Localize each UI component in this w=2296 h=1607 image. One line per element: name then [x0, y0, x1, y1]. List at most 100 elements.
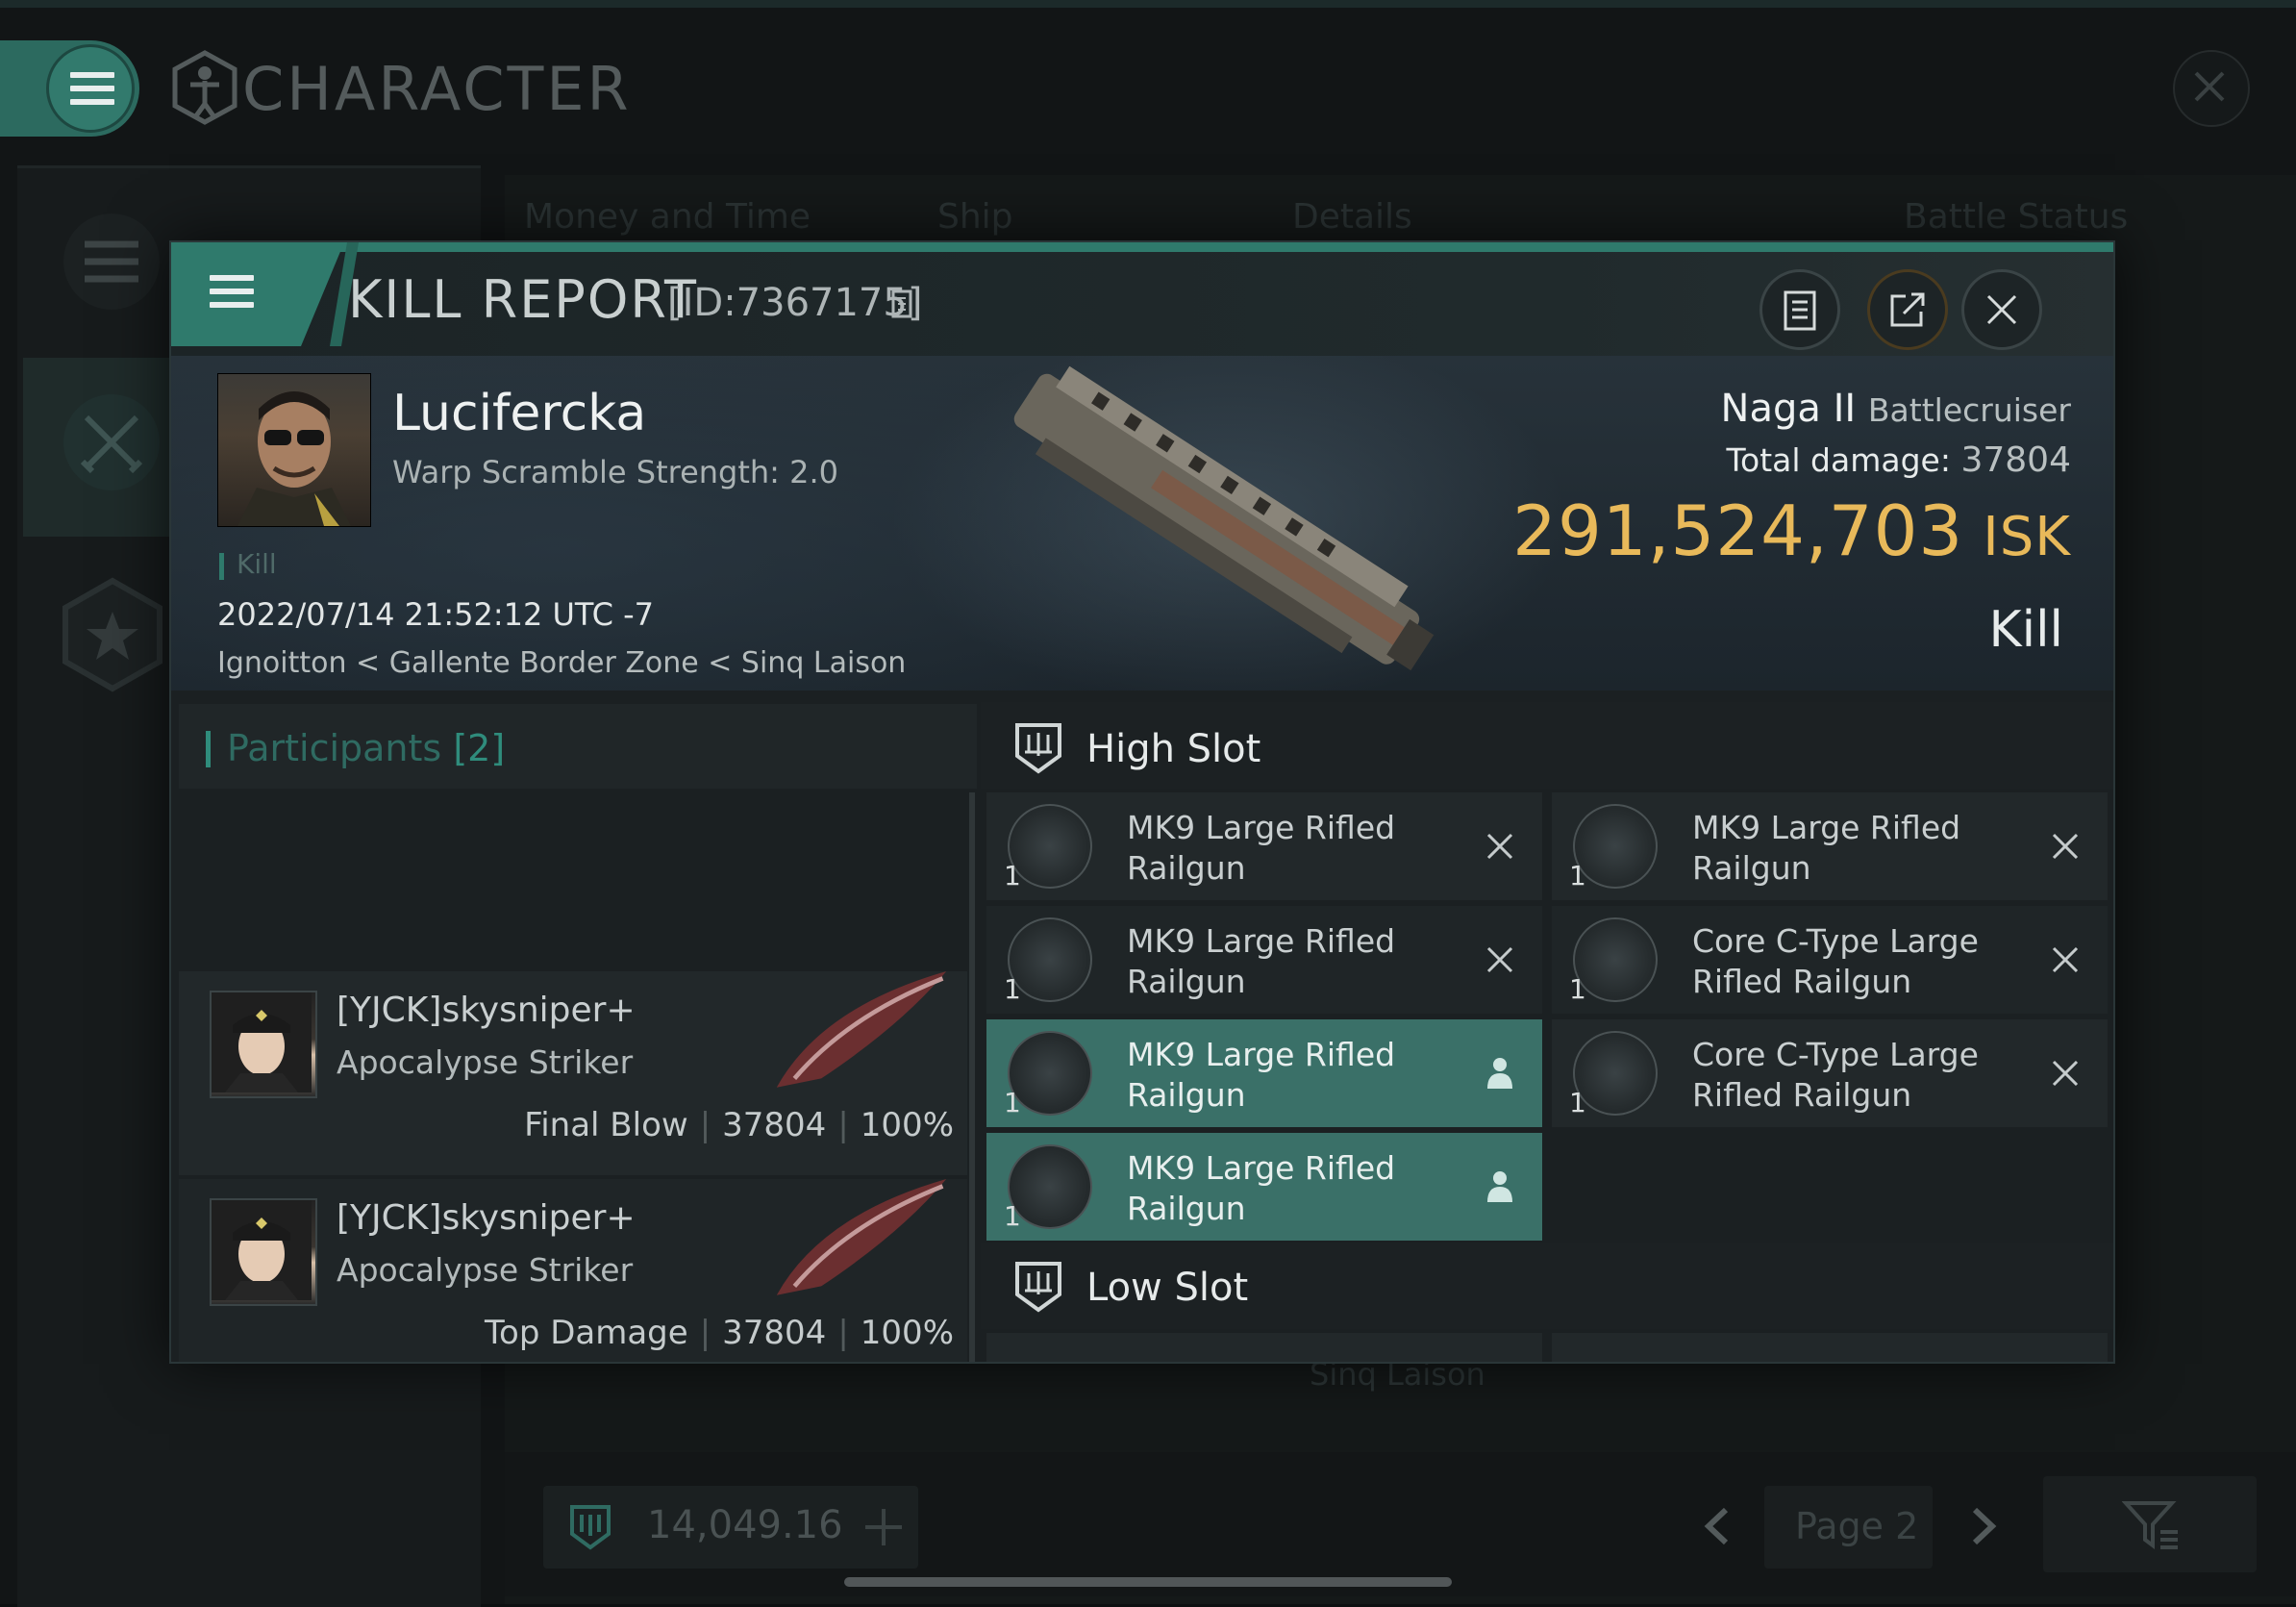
participant-label: Top Damage: [485, 1314, 688, 1352]
module-quantity: 1: [1569, 1087, 1586, 1118]
low-slot-item-peek[interactable]: [1552, 1333, 2108, 1362]
module-item[interactable]: 1 MK9 Large Rifled Railgun: [1552, 792, 2108, 900]
kill-tag: Kill: [237, 548, 277, 580]
main-menu-button[interactable]: [46, 44, 135, 133]
module-quantity: 1: [1004, 1200, 1021, 1232]
share-icon: [1890, 292, 1925, 327]
isk-unit: ISK: [1983, 506, 2071, 568]
participant-percent: 100%: [860, 1106, 954, 1144]
module-item[interactable]: 1 MK9 Large Rifled Railgun: [986, 792, 1542, 900]
tab-details[interactable]: Details: [1292, 197, 1412, 237]
module-item[interactable]: 1 MK9 Large Rifled Railgun: [986, 906, 1542, 1014]
chevron-left-icon: [1704, 1507, 1729, 1545]
module-item[interactable]: 1 Core C-Type Large Rifled Railgun: [1552, 1019, 2108, 1127]
participant-name: [YJCK]skysniper+: [337, 991, 636, 1030]
low-slot-item-peek[interactable]: [986, 1333, 1542, 1362]
star-badge-icon: [62, 577, 162, 692]
page-label: Page 2: [1795, 1505, 1919, 1547]
ship-image: [1013, 365, 1435, 671]
participant-row[interactable]: [YJCK]skysniper+ Apocalypse Striker Top …: [179, 1179, 967, 1362]
tab-money-and-time[interactable]: Money and Time: [524, 197, 811, 237]
module-item[interactable]: 1 MK9 Large Rifled Railgun: [986, 1133, 1542, 1241]
character-icon: [172, 50, 237, 125]
crossed-swords-icon: [80, 414, 143, 474]
hamburger-icon: [210, 275, 254, 308]
share-button[interactable]: [1867, 269, 1948, 350]
kill-report-close-button[interactable]: [1961, 269, 2042, 350]
high-slot-icon: [1015, 723, 1061, 774]
character-close-button[interactable]: [2173, 50, 2250, 127]
plex-icon: [570, 1505, 611, 1550]
participant-name: [YJCK]skysniper+: [337, 1198, 636, 1238]
copy-id-icon[interactable]: [890, 289, 917, 323]
participant-stats: Final Blow | 37804 | 100%: [524, 1106, 954, 1144]
participant-percent: 100%: [860, 1314, 954, 1352]
participant-row[interactable]: [YJCK]skysniper+ Apocalypse Striker Fina…: [179, 971, 967, 1175]
sidebar-menu-button[interactable]: [63, 213, 160, 310]
destroyed-icon: [2052, 833, 2079, 860]
victim-name: Lucifercka: [392, 385, 647, 442]
next-page-button[interactable]: [1961, 1502, 2004, 1550]
module-name: MK9 Large Rifled Railgun: [1127, 1149, 1396, 1227]
module-item[interactable]: 1 MK9 Large Rifled Railgun: [986, 1019, 1542, 1127]
add-balance-button[interactable]: [859, 1495, 909, 1559]
participant-ship: Apocalypse Striker: [337, 1251, 634, 1289]
tab-ship[interactable]: Ship: [937, 197, 1013, 237]
low-slot-icon: [1015, 1262, 1061, 1313]
module-name: MK9 Large Rifled Railgun: [1127, 922, 1396, 1000]
dropped-person-icon: [1487, 1058, 1512, 1089]
participant-ship: Apocalypse Striker: [337, 1043, 634, 1081]
low-slot-title: Low Slot: [1086, 1266, 1249, 1310]
participant-avatar[interactable]: [210, 1198, 317, 1306]
page-indicator: Page 2: [1764, 1486, 1933, 1569]
module-name: Core C-Type Large Rifled Railgun: [1692, 1036, 1979, 1114]
participant-damage: 37804: [722, 1106, 827, 1144]
plus-icon: [865, 1509, 902, 1545]
total-damage-value: 37804: [1960, 440, 2071, 480]
destroyed-icon: [2052, 1060, 2079, 1087]
sidebar-medal-button[interactable]: [60, 575, 165, 694]
total-damage: Total damage: 37804: [1727, 440, 2072, 480]
list-icon: [85, 240, 138, 283]
close-icon: [2194, 71, 2225, 102]
module-name: MK9 Large Rifled Railgun: [1127, 1036, 1396, 1114]
chevron-right-icon: [1972, 1507, 1997, 1545]
balance-value: 14,049.16: [647, 1503, 843, 1547]
high-slot-title: High Slot: [1086, 727, 1261, 771]
kill-result: Kill: [1988, 601, 2063, 659]
participants-accent-bar: [206, 731, 211, 767]
clipboard-icon: [1784, 290, 1816, 331]
prev-page-button[interactable]: [1697, 1502, 1739, 1550]
participants-label: Participants: [227, 727, 442, 769]
module-quantity: 1: [1004, 973, 1021, 1005]
module-name: MK9 Large Rifled Railgun: [1692, 809, 1961, 887]
isk-amount: 291,524,703: [1512, 490, 1964, 571]
module-item[interactable]: 1 Core C-Type Large Rifled Railgun: [1552, 906, 2108, 1014]
participant-avatar[interactable]: [210, 991, 317, 1098]
sidebar-battle-button[interactable]: [63, 394, 160, 490]
warp-scramble-strength: Warp Scramble Strength: 2.0: [392, 454, 839, 490]
module-quantity: 1: [1569, 860, 1586, 891]
character-title: CHARACTER: [242, 54, 632, 124]
destroyed-icon: [2052, 946, 2079, 973]
kill-tag-bar: [219, 553, 224, 580]
participants-scrollbar[interactable]: [969, 792, 975, 1362]
participant-ship-image: [776, 971, 947, 1088]
kill-report-modal: KILL REPORT [ID:7367175] Lucifercka Warp…: [169, 240, 2115, 1364]
filter-button[interactable]: [2043, 1476, 2257, 1572]
victim-portrait[interactable]: [217, 373, 371, 527]
participant-damage: 37804: [722, 1314, 827, 1352]
module-quantity: 1: [1569, 973, 1586, 1005]
participant-portrait: [212, 1200, 312, 1300]
close-icon: [1986, 294, 2017, 325]
tab-battle-status[interactable]: Battle Status: [1904, 197, 2128, 237]
report-document-button[interactable]: [1759, 269, 1840, 350]
isk-value: 291,524,703 ISK: [1512, 490, 2071, 571]
participant-stats: Top Damage | 37804 | 100%: [485, 1314, 954, 1352]
ship-name: Naga II Battlecruiser: [1721, 387, 2071, 431]
participant-portrait: [212, 992, 312, 1092]
module-quantity: 1: [1004, 1087, 1021, 1118]
kill-location[interactable]: Ignoitton < Gallente Border Zone < Sinq …: [217, 646, 906, 680]
kill-datetime: 2022/07/14 21:52:12 UTC -7: [217, 596, 655, 633]
victim-avatar: [237, 391, 351, 526]
